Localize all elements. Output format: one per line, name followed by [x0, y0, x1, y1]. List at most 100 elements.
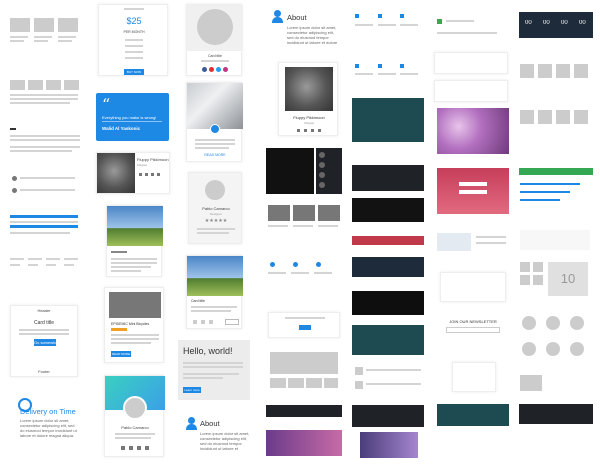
link[interactable]	[10, 258, 24, 260]
gallery-thumb[interactable]	[270, 378, 286, 388]
gallery-thumb[interactable]	[306, 378, 322, 388]
gallery-thumb[interactable]	[58, 18, 78, 32]
gallery-thumb[interactable]	[10, 18, 30, 32]
link[interactable]	[28, 258, 42, 260]
team-photo[interactable]	[574, 64, 588, 78]
tile[interactable]	[520, 262, 530, 272]
grid-image[interactable]	[318, 205, 340, 221]
social-icon[interactable]	[137, 446, 141, 450]
social-icon[interactable]	[139, 173, 142, 176]
media-object	[520, 375, 542, 391]
link[interactable]	[10, 264, 20, 266]
action-icon[interactable]	[193, 320, 197, 324]
social-icon[interactable]	[311, 129, 314, 132]
circle-image[interactable]	[570, 316, 584, 330]
social-icon[interactable]	[304, 129, 307, 132]
thumb[interactable]	[319, 152, 325, 158]
card-text	[19, 333, 69, 335]
red-signup-form	[437, 168, 509, 214]
gallery-thumb[interactable]	[324, 378, 338, 388]
go-somewhere-button[interactable]: Go somewhere	[34, 339, 56, 346]
avatar	[123, 396, 147, 420]
gallery-thumb[interactable]	[34, 18, 54, 32]
read-more-link[interactable]: READ MORE	[187, 153, 243, 157]
article-thumb[interactable]	[355, 367, 363, 375]
link[interactable]	[46, 264, 56, 266]
hero-text	[183, 366, 243, 368]
social-icon[interactable]	[145, 446, 149, 450]
link[interactable]	[28, 264, 38, 266]
thumb[interactable]	[319, 182, 325, 188]
social-icon[interactable]	[297, 129, 300, 132]
comment-text	[20, 189, 75, 191]
map[interactable]	[437, 233, 471, 251]
action-icon[interactable]	[209, 320, 213, 324]
quote-card: “ Everything you make is wrong! Walid Al…	[96, 93, 169, 141]
purple-cta-panel	[360, 432, 418, 458]
whatsapp-icon[interactable]	[437, 19, 442, 24]
grid-image[interactable]	[293, 205, 315, 221]
navy-section	[352, 257, 424, 277]
action-button[interactable]	[225, 319, 239, 325]
link[interactable]	[46, 258, 60, 260]
text-line	[355, 73, 373, 75]
learn-more-button[interactable]: Learn more	[183, 387, 201, 393]
tile[interactable]	[533, 275, 543, 285]
circle-image[interactable]	[522, 342, 536, 356]
social-icon[interactable]	[202, 67, 207, 72]
team-photo[interactable]	[520, 110, 534, 124]
thumb[interactable]	[319, 172, 325, 178]
form-input[interactable]	[459, 190, 487, 194]
feature-image	[28, 80, 43, 90]
team-photo[interactable]	[574, 110, 588, 124]
team-photo[interactable]	[556, 110, 570, 124]
circle-image[interactable]	[522, 316, 536, 330]
team-photo[interactable]	[556, 64, 570, 78]
social-icon[interactable]	[157, 173, 160, 176]
social-icon[interactable]	[145, 173, 148, 176]
newsletter-input[interactable]	[446, 327, 500, 333]
feature-line	[125, 39, 143, 41]
gallery-image[interactable]	[270, 352, 338, 374]
tile[interactable]	[520, 275, 530, 285]
circle-image[interactable]	[570, 342, 584, 356]
social-icon[interactable]	[151, 173, 154, 176]
circle-image[interactable]	[546, 342, 560, 356]
grid-image[interactable]	[268, 205, 290, 221]
blog-text	[111, 342, 151, 344]
card-text	[111, 262, 157, 264]
buy-now-button[interactable]: BUY NOW	[124, 69, 144, 75]
social-icon[interactable]	[209, 67, 214, 72]
modal-button[interactable]	[299, 325, 311, 330]
feature-image	[64, 80, 79, 90]
text-line	[10, 128, 16, 130]
circle-image[interactable]	[546, 316, 560, 330]
hero-title: Hello, world!	[183, 346, 233, 356]
team-photo[interactable]	[538, 64, 552, 78]
team-photo[interactable]	[520, 64, 534, 78]
media-player[interactable]	[266, 148, 314, 194]
form-input[interactable]	[459, 182, 487, 186]
social-icon[interactable]	[216, 67, 221, 72]
blog-read-more-button[interactable]: READ MORE	[111, 351, 131, 357]
number-tile[interactable]: 10	[548, 262, 588, 296]
tile[interactable]	[533, 262, 543, 272]
article-thumb[interactable]	[355, 381, 363, 389]
social-icon[interactable]	[318, 129, 321, 132]
kitten-name: Fluppy Pikkimoon	[137, 157, 169, 162]
social-icon[interactable]	[129, 446, 133, 450]
thumb[interactable]	[319, 162, 325, 168]
gallery-thumb[interactable]	[288, 378, 304, 388]
price: $25	[126, 16, 142, 26]
social-icon[interactable]	[223, 67, 228, 72]
text-line	[476, 236, 506, 238]
user-icon-body	[186, 424, 197, 430]
dark-footer-right	[519, 404, 593, 424]
link[interactable]	[64, 258, 78, 260]
link[interactable]	[64, 264, 74, 266]
action-icon[interactable]	[201, 320, 205, 324]
team-photo[interactable]	[538, 110, 552, 124]
profile-text	[115, 433, 155, 435]
social-icon[interactable]	[121, 446, 125, 450]
feature-image	[10, 80, 25, 90]
